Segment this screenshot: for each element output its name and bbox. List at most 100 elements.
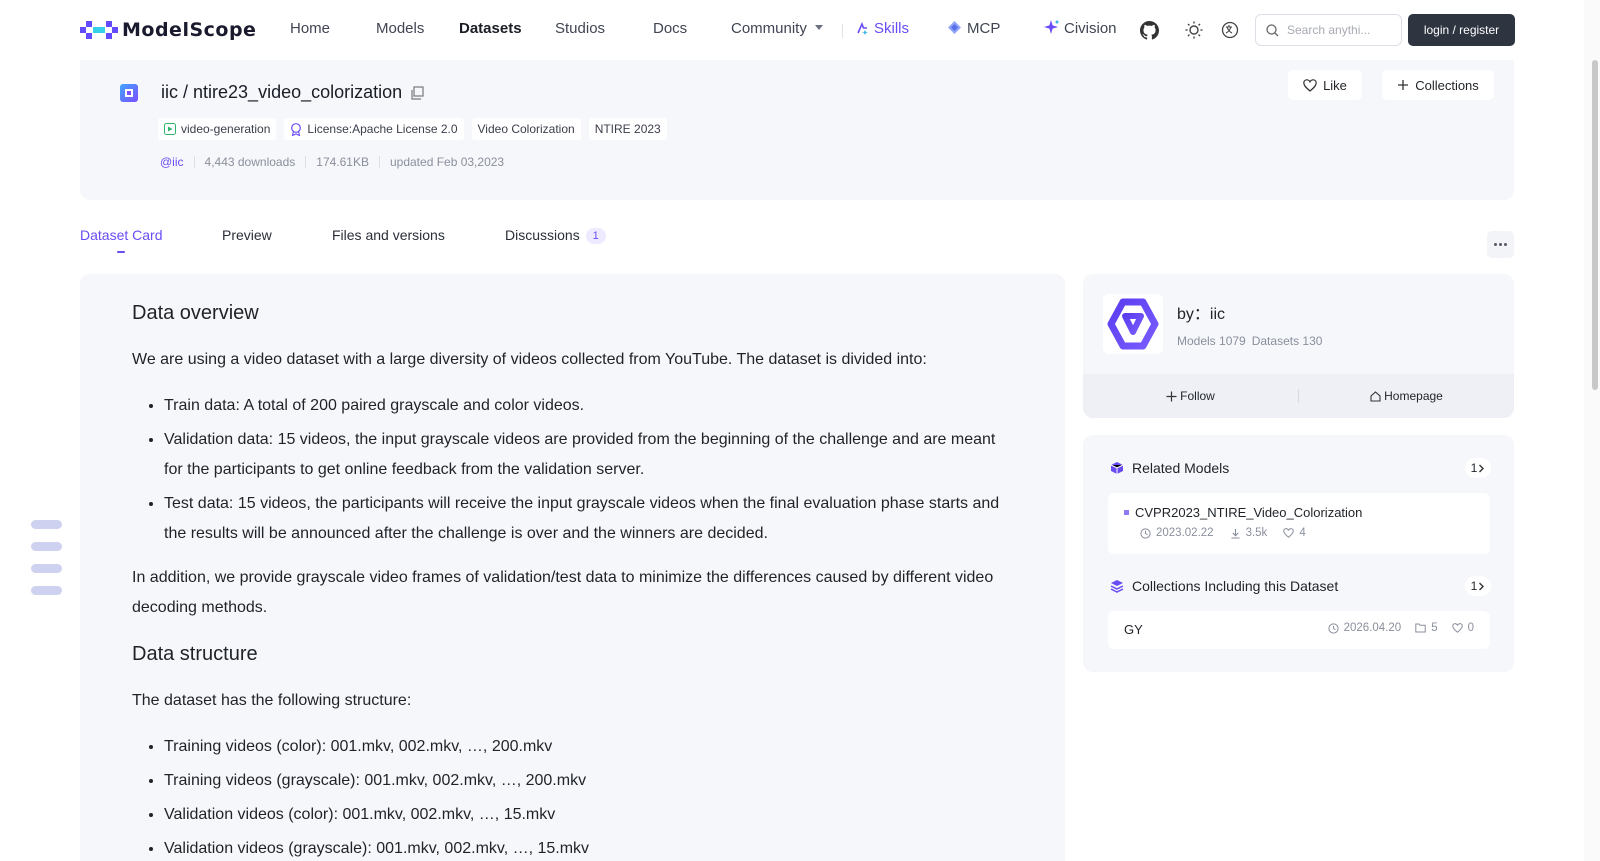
- homepage-button[interactable]: Homepage: [1299, 389, 1514, 403]
- nav-skills[interactable]: Skills: [856, 20, 909, 37]
- model-date: 2023.02.22: [1156, 527, 1214, 539]
- dataset-avatar-icon: [120, 84, 138, 102]
- video-generation-icon: [164, 123, 176, 135]
- language-switch-icon[interactable]: [1219, 19, 1241, 41]
- nav-community[interactable]: Community: [731, 20, 823, 37]
- nav-models[interactable]: Models: [376, 20, 424, 37]
- nav-home[interactable]: Home: [290, 20, 330, 37]
- copy-icon[interactable]: [410, 85, 424, 100]
- list-item: Training videos (color): 001.mkv, 002.mk…: [164, 732, 1012, 762]
- tab-dataset-card[interactable]: Dataset Card: [80, 227, 162, 243]
- dataset-owner[interactable]: iic: [161, 82, 178, 103]
- collection-name: GY: [1124, 622, 1143, 637]
- list-item: Validation videos (grayscale): 001.mkv, …: [164, 834, 1012, 861]
- author-link[interactable]: @iic: [160, 155, 184, 169]
- model-downloads: 3.5k: [1245, 527, 1268, 539]
- collections-button[interactable]: Collections: [1382, 70, 1494, 100]
- login-register-button[interactable]: login / register: [1408, 14, 1515, 46]
- active-tab-indicator: [117, 251, 125, 253]
- layers-icon: [1110, 580, 1124, 593]
- updated-date: updated Feb 03,2023: [389, 155, 505, 169]
- list-item: Validation data: 15 videos, the input gr…: [164, 425, 1012, 485]
- plus-icon: [1166, 391, 1177, 401]
- logo-text: ModelScope: [122, 19, 257, 41]
- nav-community-label: Community: [731, 20, 807, 37]
- heading-data-overview: Data overview: [132, 302, 259, 324]
- tab-discussions[interactable]: Discussions 1: [505, 227, 606, 244]
- tag-label: video-generation: [181, 122, 271, 136]
- title-separator: /: [183, 82, 189, 102]
- home-icon: [1370, 390, 1381, 402]
- tag-ntire-2023[interactable]: NTIRE 2023: [588, 118, 667, 140]
- tag-label: License:Apache License 2.0: [307, 122, 458, 136]
- related-models-count-value: 1: [1470, 461, 1478, 475]
- chevron-right-icon: [1479, 582, 1485, 590]
- organization-name[interactable]: by：iic: [1177, 300, 1225, 324]
- nav-datasets[interactable]: Datasets: [459, 20, 522, 37]
- list-item: Training videos (grayscale): 001.mkv, 00…: [164, 766, 1012, 796]
- organization-card: by：iic Models 1079 Datasets 130 Follow Ho…: [1083, 274, 1514, 418]
- model-likes: 4: [1299, 527, 1306, 539]
- chevron-right-icon: [1479, 464, 1485, 472]
- structure-list: Training videos (color): 001.mkv, 002.mk…: [132, 732, 1012, 861]
- nav-civision[interactable]: Civision: [1044, 20, 1117, 37]
- structure-paragraph: The dataset has the following structure:: [132, 692, 412, 709]
- nav-skills-label: Skills: [874, 20, 910, 37]
- collections-label: Collections: [1415, 77, 1479, 93]
- nav-studios[interactable]: Studios: [555, 20, 605, 37]
- like-button[interactable]: Like: [1288, 70, 1362, 100]
- tag-license[interactable]: License:Apache License 2.0: [284, 118, 464, 140]
- collections-count[interactable]: 1: [1465, 576, 1491, 596]
- organization-avatar[interactable]: [1103, 294, 1163, 354]
- nav-docs[interactable]: Docs: [653, 20, 687, 37]
- github-icon[interactable]: [1138, 19, 1160, 41]
- scrollbar-thumb[interactable]: [1592, 60, 1598, 390]
- follow-label: Follow: [1180, 389, 1215, 403]
- tab-preview[interactable]: Preview: [222, 227, 272, 243]
- tag-video-generation[interactable]: video-generation: [158, 118, 277, 140]
- tab-files-and-versions[interactable]: Files and versions: [332, 227, 445, 243]
- modelscope-logo[interactable]: ModelScope: [80, 18, 256, 42]
- collections-heading: Collections Including this Dataset: [1110, 578, 1338, 594]
- more-options-button[interactable]: [1487, 231, 1514, 258]
- org-models-count: Models 1079: [1177, 334, 1246, 348]
- table-of-contents-toggle-icon[interactable]: [31, 520, 62, 608]
- qwen-logo-icon: [1107, 298, 1159, 350]
- heart-icon: [1283, 528, 1295, 538]
- model-cube-icon: [1110, 462, 1124, 474]
- nav-mcp[interactable]: MCP: [947, 20, 1000, 37]
- meta-divider: [305, 156, 307, 168]
- related-models-heading: Related Models: [1110, 460, 1229, 476]
- related-models-count[interactable]: 1: [1465, 458, 1491, 478]
- related-model-item[interactable]: CVPR2023_NTIRE_Video_Colorization 2023.0…: [1108, 493, 1490, 554]
- search-input[interactable]: [1287, 23, 1395, 37]
- related-models-title: Related Models: [1132, 460, 1230, 476]
- collection-likes: 0: [1467, 622, 1474, 634]
- ellipsis-icon: [1494, 243, 1497, 246]
- heading-data-structure: Data structure: [132, 643, 258, 665]
- civision-sparkle-icon: [1044, 20, 1059, 34]
- org-datasets-count: Datasets 130: [1251, 334, 1323, 348]
- dataset-card-content: Data overview We are using a video datas…: [80, 274, 1065, 861]
- related-model-name: CVPR2023_NTIRE_Video_Colorization: [1124, 505, 1362, 520]
- model-bullet-icon: [1124, 510, 1129, 515]
- dataset-meta: @iic 4,443 downloads 174.61KB updated Fe…: [160, 155, 504, 169]
- theme-sun-icon[interactable]: [1183, 19, 1205, 41]
- tag-list: video-generation License:Apache License …: [158, 118, 667, 140]
- tag-video-colorization[interactable]: Video Colorization: [471, 118, 581, 140]
- collection-item[interactable]: GY 2026.04.20 5 0: [1108, 611, 1490, 649]
- tab-discussions-label: Discussions: [505, 227, 580, 243]
- overview-paragraph: We are using a video dataset with a larg…: [132, 351, 927, 368]
- search-box[interactable]: [1255, 14, 1402, 46]
- dataset-header: iic / ntire23_video_colorization video-g…: [80, 60, 1514, 200]
- clock-icon: [1328, 622, 1339, 634]
- meta-divider: [378, 156, 380, 168]
- nav-mcp-label: MCP: [967, 20, 1001, 37]
- follow-button[interactable]: Follow: [1083, 389, 1298, 403]
- collections-count-value: 1: [1470, 579, 1478, 593]
- related-model-meta: 2023.02.22 3.5k 4: [1140, 527, 1306, 539]
- chevron-down-icon: [814, 25, 823, 30]
- dataset-name: ntire23_video_colorization: [193, 82, 403, 102]
- list-item: Train data: A total of 200 paired graysc…: [164, 391, 1012, 421]
- search-icon: [1266, 23, 1279, 36]
